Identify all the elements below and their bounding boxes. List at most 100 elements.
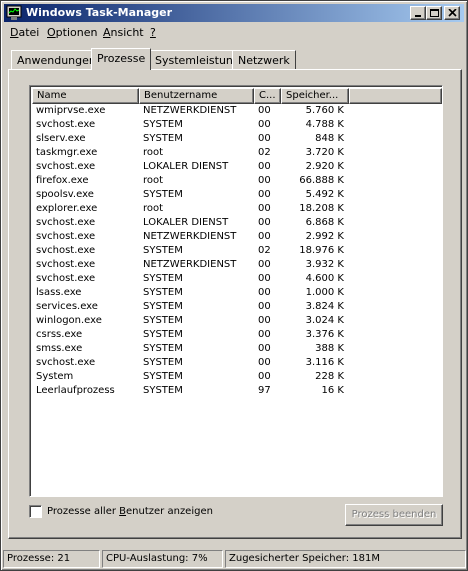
process-user: NETZWERKDIENST bbox=[143, 105, 237, 116]
process-cpu: 00 bbox=[258, 371, 271, 382]
table-row[interactable]: Leerlaufprozess SYSTEM 97 16 K bbox=[32, 385, 442, 399]
tab-anwendungen-label: Anwendungen bbox=[17, 54, 96, 67]
process-memory: 16 K bbox=[321, 385, 344, 396]
table-row[interactable]: taskmgr.exe root 02 3.720 K bbox=[32, 147, 442, 161]
process-list-header: Name Benutzername C... Speicher... bbox=[32, 88, 442, 104]
process-cpu: 00 bbox=[258, 105, 271, 116]
process-user: SYSTEM bbox=[143, 119, 183, 130]
process-user: LOKALER DIENST bbox=[143, 217, 229, 228]
title-bar[interactable]: Windows Task-Manager bbox=[4, 4, 464, 22]
process-cpu: 00 bbox=[258, 357, 271, 368]
close-icon bbox=[448, 9, 457, 17]
process-memory: 2.992 K bbox=[305, 231, 344, 242]
process-cpu: 00 bbox=[258, 217, 271, 228]
process-user: SYSTEM bbox=[143, 287, 183, 298]
process-cpu: 00 bbox=[258, 301, 271, 312]
process-cpu: 00 bbox=[258, 119, 271, 130]
table-row[interactable]: svchost.exe NETZWERKDIENST 00 2.992 K bbox=[32, 231, 442, 245]
process-name: svchost.exe bbox=[36, 119, 96, 130]
tab-systemleistung-label: Systemleistung bbox=[155, 54, 240, 67]
process-user: root bbox=[143, 203, 164, 214]
table-row[interactable]: svchost.exe SYSTEM 00 4.788 K bbox=[32, 119, 442, 133]
table-row[interactable]: svchost.exe SYSTEM 02 18.976 K bbox=[32, 245, 442, 259]
table-row[interactable]: wmiprvse.exe NETZWERKDIENST 00 5.760 K bbox=[32, 105, 442, 119]
close-button[interactable] bbox=[444, 6, 460, 20]
table-row[interactable]: svchost.exe LOKALER DIENST 00 6.868 K bbox=[32, 217, 442, 231]
process-name: slserv.exe bbox=[36, 133, 86, 144]
maximize-button[interactable] bbox=[426, 6, 442, 20]
menu-help[interactable]: ? bbox=[150, 26, 156, 39]
table-row[interactable]: svchost.exe NETZWERKDIENST 00 3.932 K bbox=[32, 259, 442, 273]
process-memory: 3.720 K bbox=[305, 147, 344, 158]
tab-prozesse[interactable]: Prozesse bbox=[91, 48, 152, 70]
table-row[interactable]: explorer.exe root 00 18.208 K bbox=[32, 203, 442, 217]
table-row[interactable]: smss.exe SYSTEM 00 388 K bbox=[32, 343, 442, 357]
process-memory: 4.788 K bbox=[305, 119, 344, 130]
process-name: smss.exe bbox=[36, 343, 83, 354]
process-name: svchost.exe bbox=[36, 161, 96, 172]
process-name: taskmgr.exe bbox=[36, 147, 98, 158]
process-name: spoolsv.exe bbox=[36, 189, 94, 200]
process-name: System bbox=[36, 371, 74, 382]
process-cpu: 00 bbox=[258, 231, 271, 242]
process-memory: 388 K bbox=[315, 343, 344, 354]
table-row[interactable]: winlogon.exe SYSTEM 00 3.024 K bbox=[32, 315, 442, 329]
table-row[interactable]: firefox.exe root 00 66.888 K bbox=[32, 175, 442, 189]
process-memory: 3.116 K bbox=[305, 357, 344, 368]
menu-datei[interactable]: Datei bbox=[10, 26, 39, 39]
status-cpu-usage: CPU-Auslastung: 7% bbox=[102, 550, 223, 568]
table-row[interactable]: svchost.exe SYSTEM 00 4.600 K bbox=[32, 273, 442, 287]
table-row[interactable]: System SYSTEM 00 228 K bbox=[32, 371, 442, 385]
column-header-username[interactable]: Benutzername bbox=[139, 88, 254, 104]
process-user: NETZWERKDIENST bbox=[143, 231, 237, 242]
menu-optionen[interactable]: Optionen bbox=[47, 26, 97, 39]
process-memory: 3.376 K bbox=[305, 329, 344, 340]
process-user: LOKALER DIENST bbox=[143, 161, 229, 172]
column-header-cpu[interactable]: C... bbox=[254, 88, 281, 104]
status-process-count: Prozesse: 21 bbox=[3, 550, 100, 568]
process-user: SYSTEM bbox=[143, 189, 183, 200]
tab-netzwerk[interactable]: Netzwerk bbox=[232, 50, 296, 70]
process-list-body: wmiprvse.exe NETZWERKDIENST 00 5.760 K svcho… bbox=[32, 105, 442, 399]
table-row[interactable]: lsass.exe SYSTEM 00 1.000 K bbox=[32, 287, 442, 301]
table-row[interactable]: svchost.exe LOKALER DIENST 00 2.920 K bbox=[32, 161, 442, 175]
column-header-name[interactable]: Name bbox=[32, 88, 139, 104]
show-all-users-checkbox[interactable] bbox=[29, 505, 42, 518]
process-memory: 1.000 K bbox=[305, 287, 344, 298]
process-name: Leerlaufprozess bbox=[36, 385, 115, 396]
table-row[interactable]: spoolsv.exe SYSTEM 00 5.492 K bbox=[32, 189, 442, 203]
process-user: SYSTEM bbox=[143, 133, 183, 144]
process-cpu: 00 bbox=[258, 315, 271, 326]
process-cpu: 00 bbox=[258, 287, 271, 298]
table-row[interactable]: slserv.exe SYSTEM 00 848 K bbox=[32, 133, 442, 147]
menu-optionen-mnemonic: O bbox=[47, 26, 56, 39]
status-commit-charge: Zugesicherter Speicher: 181M bbox=[225, 550, 466, 568]
status-bar: Prozesse: 21 CPU-Auslastung: 7% Zugesich… bbox=[3, 550, 466, 568]
tab-prozesse-label: Prozesse bbox=[97, 52, 146, 65]
process-memory: 18.976 K bbox=[299, 245, 344, 256]
process-name: firefox.exe bbox=[36, 175, 89, 186]
table-row[interactable]: csrss.exe SYSTEM 00 3.376 K bbox=[32, 329, 442, 343]
show-all-users-label[interactable]: Prozesse aller Benutzer anzeigen bbox=[47, 506, 213, 517]
menu-datei-label: atei bbox=[18, 26, 40, 39]
process-list[interactable]: Name Benutzername C... Speicher... wmipr… bbox=[29, 85, 443, 497]
minimize-button[interactable] bbox=[410, 6, 426, 20]
process-name: svchost.exe bbox=[36, 259, 96, 270]
process-memory: 228 K bbox=[315, 371, 344, 382]
process-name: lsass.exe bbox=[36, 287, 82, 298]
tab-anwendungen[interactable]: Anwendungen bbox=[11, 50, 102, 70]
column-header-memory[interactable]: Speicher... bbox=[281, 88, 349, 104]
table-row[interactable]: services.exe SYSTEM 00 3.824 K bbox=[32, 301, 442, 315]
process-cpu: 00 bbox=[258, 259, 271, 270]
process-name: winlogon.exe bbox=[36, 315, 102, 326]
process-memory: 2.920 K bbox=[305, 161, 344, 172]
process-cpu: 00 bbox=[258, 133, 271, 144]
process-user: SYSTEM bbox=[143, 371, 183, 382]
process-memory: 5.760 K bbox=[305, 105, 344, 116]
process-name: svchost.exe bbox=[36, 357, 96, 368]
minimize-icon bbox=[415, 15, 421, 17]
end-process-button[interactable]: Prozess beenden bbox=[345, 504, 443, 526]
menu-ansicht[interactable]: Ansicht bbox=[103, 26, 144, 39]
column-header-filler bbox=[349, 88, 442, 104]
table-row[interactable]: svchost.exe SYSTEM 00 3.116 K bbox=[32, 357, 442, 371]
